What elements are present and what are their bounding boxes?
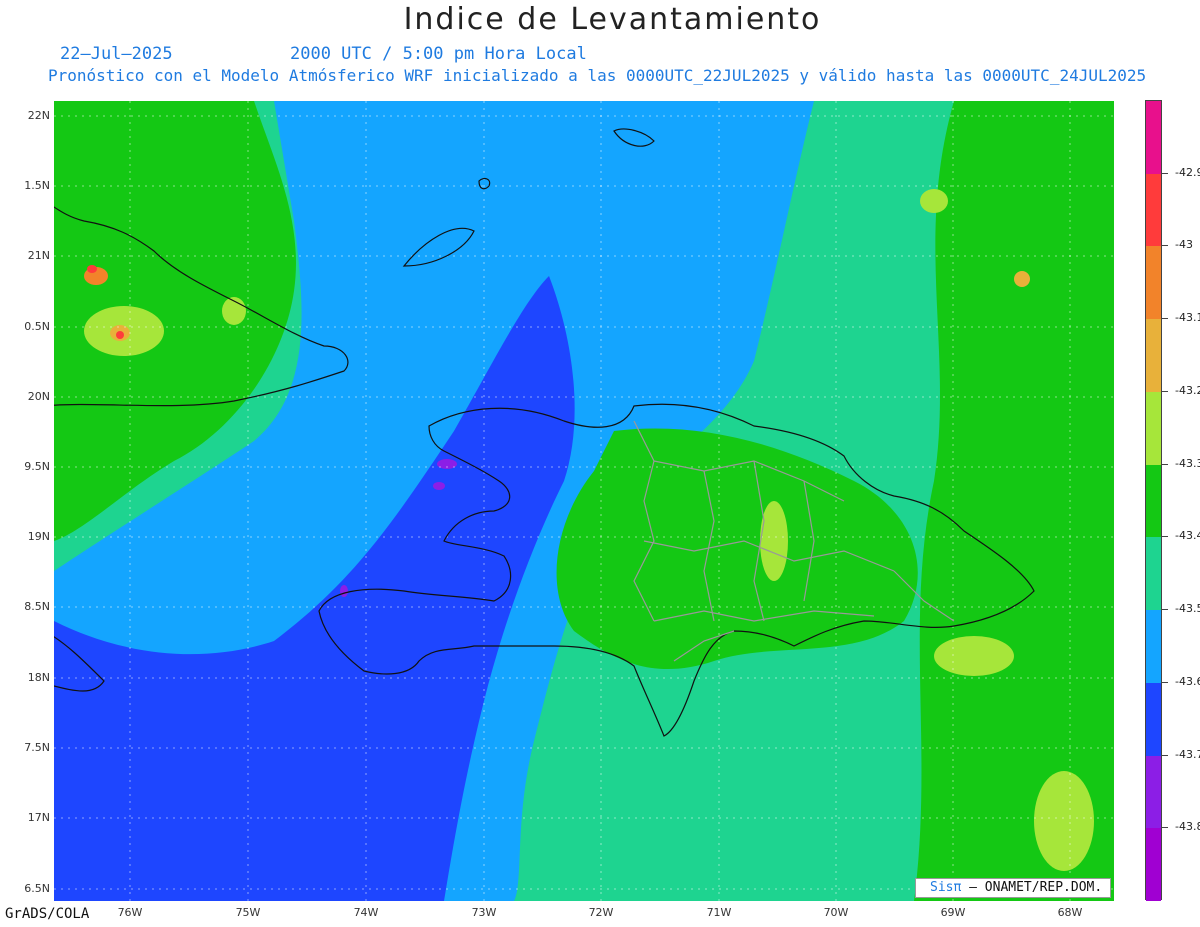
lon-label: 72W <box>588 906 614 919</box>
colorbar-label: -43.1 <box>1175 311 1200 325</box>
lon-label: 69W <box>940 906 966 919</box>
colorbar-tick <box>1162 318 1168 320</box>
lon-label: 70W <box>823 906 849 919</box>
lat-label: 0.5N <box>24 320 50 333</box>
colorbar-tick <box>1162 463 1168 465</box>
lon-label: 75W <box>235 906 261 919</box>
violet-spot <box>433 482 445 490</box>
sispi-logo-text: Sisπ <box>930 880 962 895</box>
grads-credit: GrADS/COLA <box>5 906 90 922</box>
forecast-description: Pronóstico con el Modelo Atmósferico WRF… <box>48 66 1147 85</box>
lat-label: 17N <box>27 811 50 824</box>
lat-label: 22N <box>27 109 50 122</box>
colorbar-segment <box>1146 610 1161 684</box>
colorbar-tick <box>1162 681 1168 683</box>
yellow-green-patch <box>1034 771 1094 871</box>
colorbar-label: -43.6 <box>1175 674 1200 688</box>
colorbar-label: -43.7 <box>1175 747 1200 761</box>
lat-label: 7.5N <box>24 741 50 754</box>
colorbar-segment <box>1146 828 1161 902</box>
lat-label: 21N <box>27 249 50 262</box>
violet-spot <box>340 585 348 597</box>
colorbar-label: -43 <box>1175 238 1193 252</box>
colorbar-tick <box>1162 609 1168 611</box>
onamet-credit-text: – ONAMET/REP.DOM. <box>969 880 1103 895</box>
lon-label: 74W <box>353 906 379 919</box>
colorbar-tick <box>1162 245 1168 247</box>
colorbar-label: -43.4 <box>1175 529 1200 543</box>
lat-label: 9.5N <box>24 460 50 473</box>
lon-label: 71W <box>706 906 732 919</box>
onamet-credit-box: Sisπ – ONAMET/REP.DOM. <box>915 878 1111 898</box>
colorbar-label: -43.8 <box>1175 820 1200 834</box>
colorbar-segment <box>1146 173 1161 247</box>
colorbar-label: -43.2 <box>1175 383 1200 397</box>
red-spot <box>116 331 124 339</box>
colorbar-segment <box>1146 755 1161 829</box>
red-spot <box>87 265 97 273</box>
yellow-green-patch <box>920 189 948 213</box>
colorbar-tick <box>1162 536 1168 538</box>
map-title: Indice de Levantamiento <box>403 2 822 37</box>
colorbar-segment <box>1146 319 1161 393</box>
colorbar-segment <box>1146 464 1161 538</box>
lon-label: 68W <box>1057 906 1083 919</box>
lon-label: 76W <box>117 906 143 919</box>
colorbar-tick <box>1162 827 1168 829</box>
lat-label: 8.5N <box>24 600 50 613</box>
colorbar-segment <box>1146 537 1161 611</box>
lat-label: 6.5N <box>24 882 50 895</box>
yellow-green-patch <box>760 501 788 581</box>
lat-label: 18N <box>27 671 50 684</box>
colorbar-label: -43.3 <box>1175 456 1200 470</box>
colorbar-tick <box>1162 172 1168 174</box>
colorbar-tick <box>1162 390 1168 392</box>
lifted-index-map <box>54 101 1114 901</box>
colorbar-segment <box>1146 391 1161 466</box>
colorbar-segment <box>1146 101 1161 175</box>
lat-label: 20N <box>27 390 50 403</box>
colorbar <box>1145 100 1162 902</box>
colorbar-segment <box>1146 682 1161 757</box>
forecast-time: 2000 UTC / 5:00 pm Hora Local <box>290 44 587 64</box>
colorbar-segment <box>1146 246 1161 320</box>
orange-spot <box>1014 271 1030 287</box>
lat-label: 1.5N <box>24 179 50 192</box>
forecast-date: 22–Jul–2025 <box>60 44 173 64</box>
field-green-east <box>914 101 1114 901</box>
colorbar-label: -43.5 <box>1175 602 1200 616</box>
colorbar-label: -42.9 <box>1175 165 1200 179</box>
yellow-green-patch <box>934 636 1014 676</box>
lon-label: 73W <box>471 906 497 919</box>
lat-label: 19N <box>27 530 50 543</box>
colorbar-tick <box>1162 754 1168 756</box>
